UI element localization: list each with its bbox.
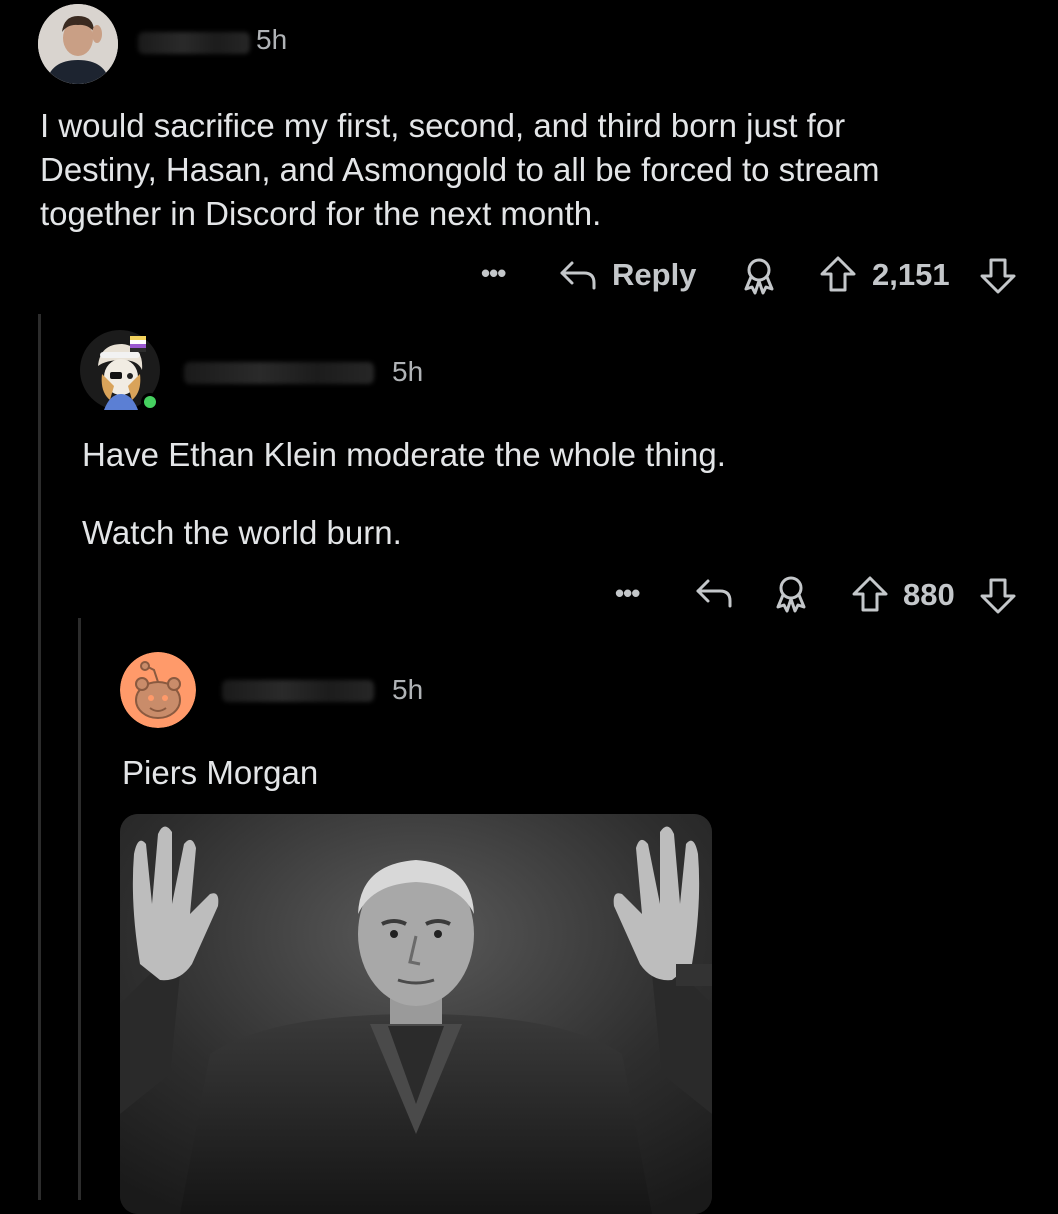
award-icon[interactable]: [772, 574, 810, 619]
avatar[interactable]: [120, 652, 196, 728]
upvote-icon[interactable]: [850, 574, 890, 619]
comment-time: 5h: [392, 356, 424, 387]
reply-icon: [558, 258, 600, 292]
username-redacted[interactable]: [184, 362, 374, 384]
reply-label: Reply: [612, 257, 697, 292]
more-icon[interactable]: •••: [615, 578, 640, 609]
username-redacted[interactable]: [138, 32, 250, 54]
thread-line-level-1[interactable]: [38, 314, 41, 1200]
comment-body-line-2: Watch the world burn.: [82, 514, 402, 551]
score: 880: [903, 577, 955, 612]
comment-body-line-1: Have Ethan Klein moderate the whole thin…: [82, 436, 726, 473]
score: 2,151: [872, 257, 950, 292]
upvote-icon[interactable]: [818, 254, 858, 299]
downvote-icon[interactable]: [978, 256, 1018, 301]
more-icon[interactable]: •••: [481, 258, 506, 289]
avatar[interactable]: [38, 4, 118, 84]
reply-icon[interactable]: [694, 576, 736, 615]
comment-time: 5h: [392, 674, 424, 705]
comment-body: Piers Morgan: [122, 754, 319, 791]
reply-button[interactable]: Reply: [558, 254, 696, 296]
avatar[interactable]: [80, 330, 160, 411]
comment-body: I would sacrifice my first, second, and …: [40, 107, 880, 232]
thread-line-level-2[interactable]: [78, 618, 81, 1200]
online-status-dot: [144, 396, 156, 408]
comment-time: 5h: [256, 24, 288, 55]
username-redacted[interactable]: [222, 680, 374, 702]
photo-image[interactable]: [120, 814, 712, 1214]
award-icon[interactable]: [740, 256, 778, 301]
downvote-icon[interactable]: [978, 576, 1018, 621]
